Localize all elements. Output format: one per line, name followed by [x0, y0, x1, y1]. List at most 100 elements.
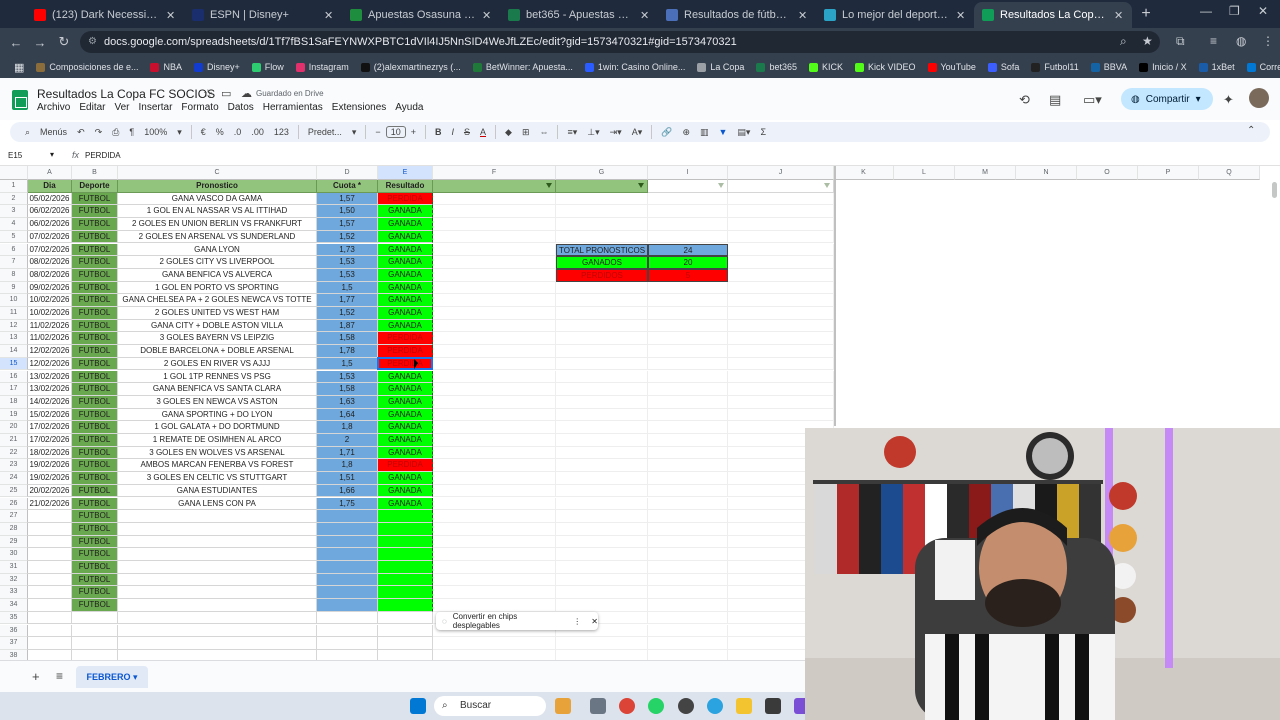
bookmark-item[interactable]: Futbol11 [1025, 62, 1084, 72]
cell-resultado[interactable]: GANADA [378, 294, 433, 307]
gemini-icon[interactable]: ✦ [1223, 92, 1234, 108]
cell-empty[interactable] [556, 459, 648, 473]
cell-empty[interactable] [118, 611, 317, 625]
cell-pronostico[interactable] [118, 535, 317, 549]
taskbar-search[interactable]: ⌕ Buscar [434, 696, 546, 716]
column-header[interactable]: Q [1199, 166, 1260, 180]
cell-deporte[interactable]: FUTBOL [72, 395, 118, 409]
cell-empty[interactable] [728, 218, 834, 231]
cell-dia[interactable]: 19/02/2026 [28, 472, 72, 485]
row-header[interactable]: 27 [0, 510, 28, 523]
cell-empty[interactable] [648, 332, 728, 346]
cell-empty[interactable] [433, 637, 556, 650]
bookmark-item[interactable]: 1win: Casino Online... [579, 62, 692, 72]
maximize-icon[interactable]: ❐ [1229, 4, 1240, 18]
cell-empty[interactable] [728, 192, 834, 206]
font-chevron-icon[interactable]: ▾ [347, 127, 362, 138]
cell-dia[interactable] [28, 522, 72, 536]
cell-deporte[interactable]: FUTBOL [72, 434, 118, 447]
cell-deporte[interactable]: FUTBOL [72, 586, 118, 600]
vertical-scrollbar[interactable] [1272, 182, 1277, 198]
search-menus-label[interactable]: Menús [35, 127, 72, 137]
cell-empty[interactable] [556, 192, 648, 206]
row-header[interactable]: 10 [0, 294, 28, 307]
cell-empty[interactable] [433, 446, 556, 460]
cell-deporte[interactable]: FUTBOL [72, 294, 118, 307]
cell-cuota[interactable] [317, 573, 378, 587]
row-header[interactable]: 22 [0, 446, 28, 460]
bookmark-item[interactable]: Inicio / X [1133, 62, 1193, 72]
more-menu-icon[interactable]: ⋮ [1262, 34, 1274, 48]
header-cell-deporte[interactable]: Deporte [72, 180, 118, 193]
reading-list-icon[interactable]: ≡ [1210, 34, 1217, 48]
meet-icon[interactable]: ▭▾ [1083, 92, 1102, 108]
cell-pronostico[interactable]: GANA BENFICA VS ALVERCA [118, 268, 317, 282]
cell-empty[interactable] [433, 421, 556, 434]
filter-dropdown-icon[interactable] [546, 183, 553, 188]
bookmark-item[interactable]: Kick VIDEO [849, 62, 922, 72]
row-header[interactable]: 4 [0, 218, 28, 231]
row-header[interactable]: 17 [0, 383, 28, 396]
bookmark-item[interactable]: Correo [1241, 62, 1280, 72]
cell-empty[interactable] [556, 383, 648, 396]
cell-pronostico[interactable]: 2 GOLES UNITED VS WEST HAM [118, 307, 317, 320]
column-header[interactable]: D [317, 166, 378, 180]
cell-cuota[interactable]: 1,78 [317, 345, 378, 358]
font-size-decrease-icon[interactable]: − [370, 127, 385, 137]
browser-tab[interactable]: ESPN | Disney+ ✕ [184, 2, 342, 28]
cell-empty[interactable] [433, 281, 556, 295]
cell-empty[interactable] [648, 561, 728, 574]
cell-cuota[interactable]: 1,57 [317, 192, 378, 206]
cell-deporte[interactable]: FUTBOL [72, 497, 118, 511]
move-folder-icon[interactable]: ▭ [221, 87, 231, 100]
column-header[interactable]: P [1138, 166, 1199, 180]
cell-pronostico[interactable] [118, 599, 317, 612]
cell-cuota[interactable]: 1,53 [317, 370, 378, 384]
cell-cuota[interactable] [317, 510, 378, 523]
row-header[interactable]: 12 [0, 319, 28, 333]
decrease-decimals-button[interactable]: .0 [229, 127, 247, 137]
windows-start-icon[interactable] [410, 698, 426, 714]
cell-cuota[interactable]: 1,5 [317, 281, 378, 295]
cell-empty[interactable] [433, 345, 556, 358]
cell-empty[interactable] [728, 332, 834, 346]
cell-deporte[interactable]: FUTBOL [72, 459, 118, 473]
cell-dia[interactable]: 19/02/2026 [28, 459, 72, 473]
file-explorer-icon[interactable] [736, 698, 752, 714]
cell-empty[interactable] [648, 573, 728, 587]
close-tab-icon[interactable]: ✕ [640, 9, 650, 22]
cell-dia[interactable]: 20/02/2026 [28, 484, 72, 498]
cell-empty[interactable] [648, 611, 728, 625]
font-size-increase-icon[interactable]: + [406, 127, 421, 137]
spreadsheet-grid[interactable]: A B C D E F G I J 1 2 3 4 5 6 7 8 9 10 11 12 13 14 15 16 17 18 19 20… [0, 166, 834, 660]
row-header[interactable]: 29 [0, 535, 28, 549]
bookmark-item[interactable]: 1xBet [1193, 62, 1241, 72]
cell-empty[interactable] [556, 446, 648, 460]
column-header[interactable]: K [834, 166, 894, 180]
cell-empty[interactable] [648, 408, 728, 422]
sheet-tab-chevron-icon[interactable]: ▾ [133, 672, 138, 682]
cell-dia[interactable]: 10/02/2026 [28, 294, 72, 307]
cell-empty[interactable] [728, 243, 834, 257]
cell-dia[interactable] [28, 586, 72, 600]
cell-empty[interactable] [433, 484, 556, 498]
cell-dia[interactable] [28, 535, 72, 549]
cell-pronostico[interactable] [118, 522, 317, 536]
cell-empty[interactable] [433, 472, 556, 485]
menu-item[interactable]: Archivo [37, 102, 70, 113]
cell-deporte[interactable]: FUTBOL [72, 472, 118, 485]
summary-value[interactable]: 20 [648, 256, 728, 269]
cell-dia[interactable]: 15/02/2026 [28, 408, 72, 422]
cell-pronostico[interactable]: GANA LENS CON PA [118, 497, 317, 511]
cell-resultado[interactable] [378, 522, 433, 536]
cell-pronostico[interactable]: 3 GOLES BAYERN VS LEIPZIG [118, 332, 317, 346]
cell-dia[interactable]: 10/02/2026 [28, 307, 72, 320]
cell-empty[interactable] [556, 370, 648, 384]
cell-deporte[interactable]: FUTBOL [72, 383, 118, 396]
menu-item[interactable]: Insertar [139, 102, 173, 113]
browser-tab[interactable]: bet365 - Apuestas deportivas e ✕ [500, 2, 658, 28]
more-options-icon[interactable]: ⋮ [573, 617, 581, 626]
cell-empty[interactable] [728, 281, 834, 295]
comments-icon[interactable]: ▤ [1049, 92, 1061, 108]
paint-format-icon[interactable]: ¶ [124, 127, 139, 137]
